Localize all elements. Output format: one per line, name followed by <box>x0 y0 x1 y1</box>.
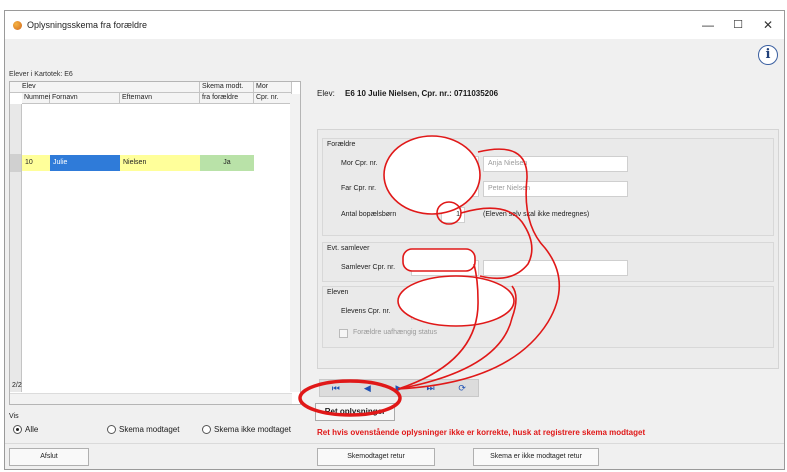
last-record-icon[interactable]: ⏭ <box>415 380 447 396</box>
maximize-button[interactable]: ☐ <box>724 15 752 35</box>
foraeldre-group: Forældre Mor Cpr. nr. Anja Nielsen Far C… <box>322 138 774 236</box>
elev-label: Elev: <box>317 89 335 98</box>
bopael-label: Antal bopælsbørn <box>341 211 397 218</box>
samlever-name-field[interactable] <box>483 260 628 276</box>
foraeldre-title: Forældre <box>327 141 356 148</box>
header-fornavn[interactable]: Fornavn <box>50 93 120 104</box>
ret-oplysninger-button[interactable]: Ret oplysninger <box>315 403 395 421</box>
header-elev: Elev <box>10 82 200 93</box>
cell-fornavn[interactable]: Julie <box>50 155 120 171</box>
radio-skema-modtaget-circle[interactable] <box>107 425 116 434</box>
row-indicator-column <box>10 104 22 392</box>
samlever-cpr-label: Samlever Cpr. nr. <box>341 264 396 271</box>
row-selector-icon[interactable] <box>10 154 22 172</box>
radio-alle-circle[interactable] <box>13 425 22 434</box>
cell-skema[interactable]: Ja <box>200 155 254 171</box>
app-icon <box>13 21 22 30</box>
radio-alle-label: Alle <box>25 425 39 434</box>
skema-modtaget-retur-button[interactable]: Skemodtaget retur <box>317 448 435 466</box>
samlever-cpr-input[interactable] <box>411 260 479 276</box>
eleven-group: Eleven Elevens Cpr. nr. Forældre uafhæng… <box>322 286 774 348</box>
skema-ikke-modtaget-retur-button[interactable]: Skema er ikke modtaget retur <box>473 448 599 466</box>
window-title: Oplysningsskema fra forældre <box>27 20 148 30</box>
minimize-button[interactable]: — <box>694 15 722 35</box>
radio-skema-modtaget[interactable]: Skema modtaget <box>107 425 179 434</box>
radio-alle[interactable]: Alle <box>13 425 38 434</box>
horizontal-scrollbar[interactable] <box>10 393 292 404</box>
eleven-title: Eleven <box>327 289 349 296</box>
warning-text: Ret hvis ovenstående oplysninger ikke er… <box>317 428 646 437</box>
foraeldre-uafhaengig-label: Forældre uafhængig status <box>353 329 438 336</box>
elevens-cpr-input[interactable] <box>411 304 479 320</box>
header-skema-top: Skema modt. <box>200 82 254 93</box>
header-nummer[interactable]: Nummer <box>22 93 51 104</box>
title-bar: Oplysningsskema fra forældre — ☐ ✕ <box>5 11 784 39</box>
vis-label: Vis <box>9 413 19 420</box>
info-icon[interactable]: i <box>758 45 778 65</box>
main-window: Oplysningsskema fra forældre — ☐ ✕ i Ele… <box>4 10 785 470</box>
next-record-icon[interactable]: ▶ <box>383 380 415 396</box>
page-indicator: 2/2 <box>12 382 22 389</box>
bottom-button-bar: Afslut Skemodtaget retur Skema er ikke m… <box>5 443 784 469</box>
elev-value: E6 10 Julie Nielsen, Cpr. nr.: 071103520… <box>345 89 499 98</box>
foraeldre-uafhaengig-checkbox[interactable] <box>339 329 348 338</box>
radio-skema-ikke-modtaget-label: Skema ikke modtaget <box>214 425 291 434</box>
mor-cpr-label: Mor Cpr. nr. <box>341 160 378 167</box>
record-navigator: ⏮ ◀ ▶ ⏭ ⟳ <box>319 379 479 397</box>
vertical-scrollbar[interactable] <box>290 94 300 392</box>
previous-record-icon[interactable]: ◀ <box>352 380 384 396</box>
afslut-button[interactable]: Afslut <box>9 448 89 466</box>
radio-skema-ikke-modtaget-circle[interactable] <box>202 425 211 434</box>
header-skema[interactable]: fra forældre <box>200 93 254 104</box>
samlever-title: Evt. samlever <box>327 245 370 252</box>
bopael-note: (Eleven selv skal ikke medregnes) <box>483 211 590 218</box>
far-cpr-input[interactable] <box>411 181 479 197</box>
cell-efternavn[interactable]: Nielsen <box>120 155 200 171</box>
elev-header: Elev: E6 10 Julie Nielsen, Cpr. nr.: 071… <box>317 89 498 98</box>
samlever-group: Evt. samlever Samlever Cpr. nr. <box>322 242 774 282</box>
bopael-input[interactable]: 1 <box>441 207 465 223</box>
student-grid[interactable]: Elev Nummer Fornavn Efternavn Skema modt… <box>9 81 301 405</box>
header-efternavn[interactable]: Efternavn <box>120 93 200 104</box>
mor-name-field[interactable]: Anja Nielsen <box>483 156 628 172</box>
cell-nummer[interactable]: 10 <box>22 155 50 171</box>
close-button[interactable]: ✕ <box>754 15 782 35</box>
far-cpr-label: Far Cpr. nr. <box>341 185 377 192</box>
header-mor-top: Mor <box>254 82 292 93</box>
kartotek-label: Elever i Kartotek: E6 <box>9 71 73 78</box>
radio-skema-ikke-modtaget[interactable]: Skema ikke modtaget <box>202 425 291 434</box>
far-name-field[interactable]: Peter Nielsen <box>483 181 628 197</box>
refresh-icon[interactable]: ⟳ <box>446 380 478 396</box>
details-panel: Forældre Mor Cpr. nr. Anja Nielsen Far C… <box>317 129 779 369</box>
elevens-cpr-label: Elevens Cpr. nr. <box>341 308 391 315</box>
radio-skema-modtaget-label: Skema modtaget <box>119 425 180 434</box>
first-record-icon[interactable]: ⏮ <box>320 380 352 396</box>
mor-cpr-input[interactable] <box>411 156 479 172</box>
student-list-panel: Elever i Kartotek: E6 Elev Nummer Fornav… <box>9 71 301 449</box>
header-mor[interactable]: Cpr. nr. <box>254 93 292 104</box>
